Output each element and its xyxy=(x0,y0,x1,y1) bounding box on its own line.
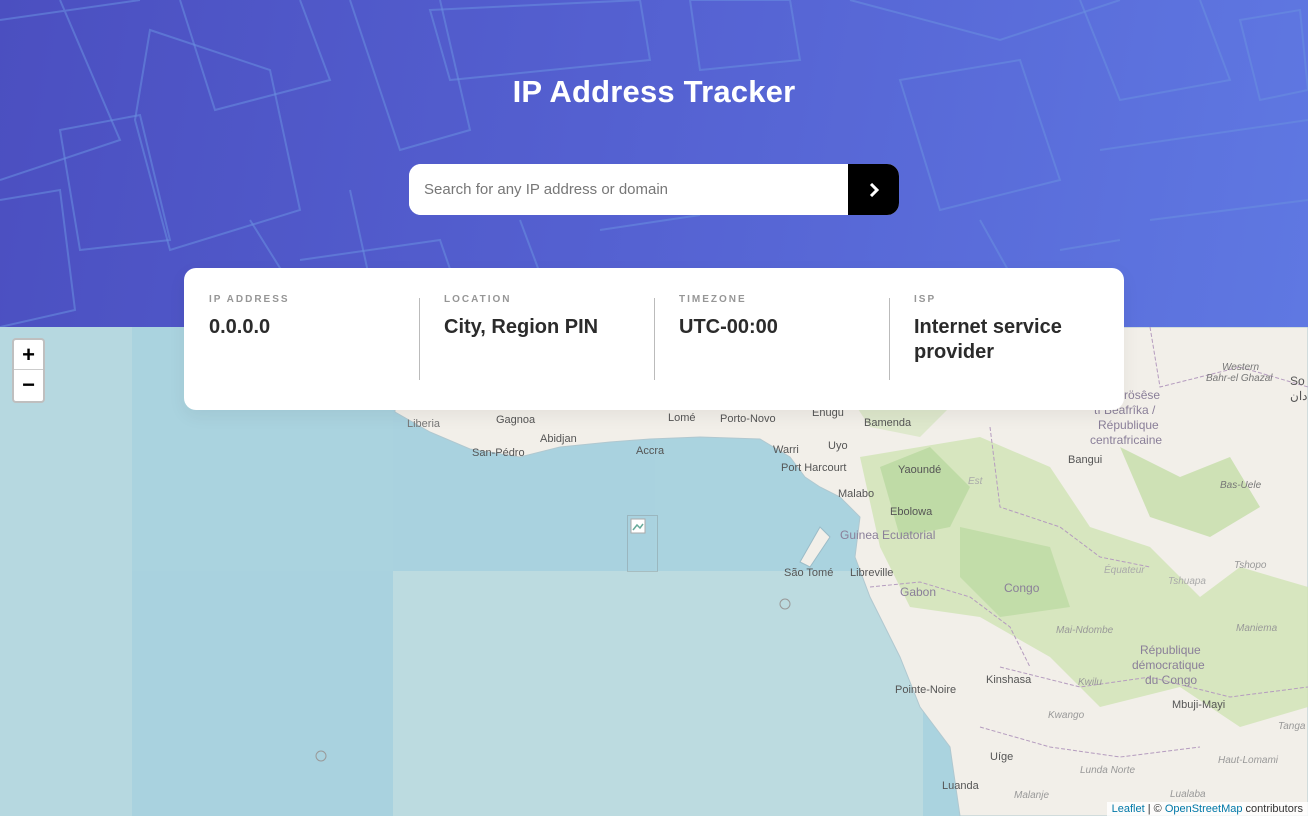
map-label: Guinea Ecuatorial xyxy=(840,528,936,542)
map-label: São Tomé xyxy=(784,567,834,579)
info-label: ISP xyxy=(914,294,937,305)
map-label: Pointe-Noire xyxy=(895,684,957,696)
ip-info-card: IP ADDRESS 0.0.0.0 LOCATION City, Region… xyxy=(184,268,1124,410)
map-label: Abidjan xyxy=(540,433,577,445)
attribution-suffix: contributors xyxy=(1242,803,1303,815)
info-isp: ISP Internet service provider xyxy=(889,294,1124,410)
map-label: Congo xyxy=(1004,581,1040,595)
map-label: République xyxy=(1098,418,1159,432)
map-label: Lomé xyxy=(668,412,696,424)
zoom-control: + − xyxy=(12,338,45,403)
map-label: Malabo xyxy=(838,488,875,500)
map-label: Port Harcourt xyxy=(781,462,847,474)
map-label: Kwango xyxy=(1048,710,1085,721)
map-label: Mai-Ndombe xyxy=(1056,625,1114,636)
info-timezone: TIMEZONE UTC-00:00 xyxy=(654,294,889,410)
info-value: City, Region PIN xyxy=(444,316,599,338)
map-label: Malanje xyxy=(1014,790,1050,801)
map-label: Bas-Uele xyxy=(1220,480,1262,491)
map-label: Warri xyxy=(773,444,799,456)
map-label: Lunda Norte xyxy=(1080,765,1136,776)
map-label: Porto-Novo xyxy=(720,413,776,425)
map-label: Uyo xyxy=(828,440,848,452)
zoom-in-button[interactable]: + xyxy=(14,340,43,370)
map-label: Haut-Lomami xyxy=(1218,755,1279,766)
map-label: Équateur xyxy=(1104,565,1145,576)
map-label: Libreville xyxy=(850,567,894,579)
map-label: Liberia xyxy=(407,418,441,430)
map-label: San-Pédro xyxy=(472,447,525,459)
info-value: UTC-00:00 xyxy=(679,316,778,338)
search-bar xyxy=(409,164,899,215)
map-label: Accra xyxy=(636,445,665,457)
map-label: Lualaba xyxy=(1170,789,1206,800)
map-label: Mbuji-Mayi xyxy=(1172,699,1226,711)
map-attribution: Leaflet | © OpenStreetMap contributors xyxy=(1106,802,1308,816)
info-label: TIMEZONE xyxy=(679,294,747,305)
info-value: Internet service provider xyxy=(914,316,1062,363)
search-input[interactable] xyxy=(409,164,848,215)
chevron-right-icon xyxy=(869,182,879,197)
leaflet-link[interactable]: Leaflet xyxy=(1112,803,1145,815)
page-title: IP Address Tracker xyxy=(512,74,796,109)
map-label: Kwilu xyxy=(1078,677,1102,688)
map-label: Western xyxy=(1222,362,1260,373)
map-label: Tshopo xyxy=(1234,560,1267,571)
attribution-separator: | © xyxy=(1144,803,1165,815)
map-label: démocratique xyxy=(1132,658,1205,672)
map-label: Maniema xyxy=(1236,623,1278,634)
zoom-out-button[interactable]: − xyxy=(14,370,43,400)
map-label: Luanda xyxy=(942,780,979,792)
map-label: So xyxy=(1290,374,1305,388)
map-label: Uíge xyxy=(990,751,1014,763)
map-label: Bahr-el Ghazal xyxy=(1206,373,1273,384)
map-label: Bamenda xyxy=(864,417,912,429)
map-label: Gagnoa xyxy=(496,414,536,426)
map-label: République xyxy=(1140,643,1201,657)
map-label: Bangui xyxy=(1068,454,1103,466)
map-label: دان xyxy=(1290,389,1308,403)
info-location: LOCATION City, Region PIN xyxy=(419,294,654,410)
map-label: Yaoundé xyxy=(898,464,942,476)
map-label: centrafricaine xyxy=(1090,433,1163,447)
map-label: Tshuapa xyxy=(1168,576,1206,587)
map-label: Est xyxy=(968,476,983,487)
search-submit-button[interactable] xyxy=(848,164,899,215)
openstreetmap-link[interactable]: OpenStreetMap xyxy=(1165,803,1243,815)
broken-image-icon xyxy=(630,518,646,534)
info-ip-address: IP ADDRESS 0.0.0.0 xyxy=(184,294,419,410)
info-label: LOCATION xyxy=(444,294,512,305)
location-marker-icon[interactable] xyxy=(627,515,658,572)
map-label: Ebolowa xyxy=(890,506,933,518)
map-label: Kinshasa xyxy=(986,674,1032,686)
map-label: Gabon xyxy=(900,585,937,599)
info-value: 0.0.0.0 xyxy=(209,316,271,338)
map-label: Tanga xyxy=(1278,721,1306,732)
info-label: IP ADDRESS xyxy=(209,294,290,305)
map-label: du Congo xyxy=(1145,673,1198,687)
